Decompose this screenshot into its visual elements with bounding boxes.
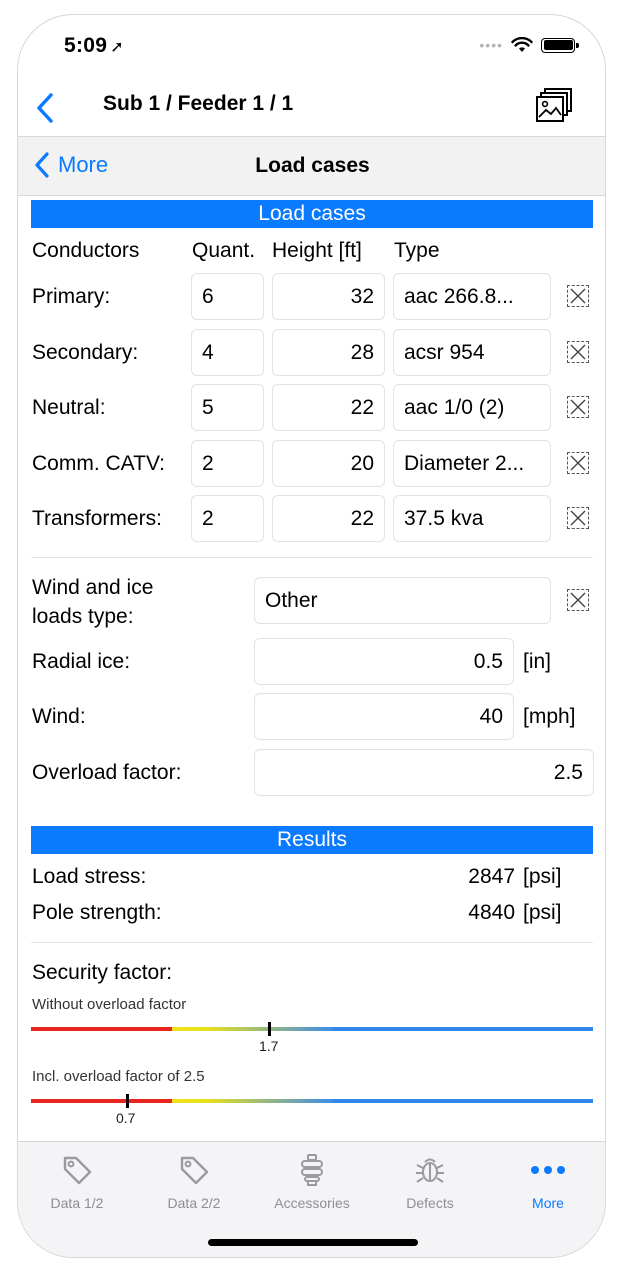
wind-ice-label-line1: Wind and ice (32, 576, 154, 599)
back-chevron-icon (35, 152, 49, 178)
comm-catv-type-field[interactable]: Diameter 2... (393, 440, 551, 487)
tag-icon (63, 1156, 92, 1185)
row-label-neutral: Neutral: (32, 396, 106, 419)
load-cases-header: Load cases (31, 200, 593, 228)
row-label-transformers: Transformers: (32, 507, 162, 530)
close-icon (570, 455, 586, 471)
radial-ice-unit: [in] (523, 650, 552, 673)
neutral-type-field[interactable]: aac 1/0 (2) (393, 384, 551, 431)
primary-quant-field[interactable]: 6 (191, 273, 264, 320)
nav-title: Sub 1 / Feeder 1 / 1 (103, 92, 294, 115)
primary-height-field[interactable]: 32 (272, 273, 385, 320)
divider (31, 942, 593, 943)
clear-primary-button[interactable] (567, 285, 589, 307)
device-frame: 5:09 ➚ •••• Sub 1 / Feeder 1 / 1 Load cas… (17, 14, 606, 1258)
security-value-incl: 0.7 (116, 1110, 136, 1126)
incl-overload-label: Incl. overload factor of 2.5 (32, 1068, 205, 1085)
security-marker-without (268, 1022, 271, 1036)
clear-neutral-button[interactable] (567, 396, 589, 418)
bug-icon (416, 1158, 444, 1183)
close-icon (570, 344, 586, 360)
more-back-label: More (58, 152, 109, 177)
comm-catv-quant-field[interactable]: 2 (191, 440, 264, 487)
secondary-quant-field[interactable]: 4 (191, 329, 264, 376)
ellipsis-icon (531, 1166, 565, 1174)
overload-factor-label: Overload factor: (32, 761, 182, 784)
wind-ice-label-line2: loads type: (32, 605, 134, 628)
load-stress-value: 2847 (468, 865, 515, 888)
neutral-quant-field[interactable]: 5 (191, 384, 264, 431)
security-factor-bar-without (31, 1027, 593, 1031)
clear-transformers-button[interactable] (567, 507, 589, 529)
secondary-height-field[interactable]: 28 (272, 329, 385, 376)
comm-catv-height-field[interactable]: 20 (272, 440, 385, 487)
row-label-comm-catv: Comm. CATV: (32, 452, 166, 475)
radial-ice-label: Radial ice: (32, 650, 131, 673)
transformers-height-field[interactable]: 22 (272, 495, 385, 542)
tab-label: Data 1/2 (50, 1195, 104, 1211)
neutral-height-field[interactable]: 22 (272, 384, 385, 431)
clear-secondary-button[interactable] (567, 341, 589, 363)
close-icon (570, 592, 586, 608)
wind-unit: [mph] (523, 705, 576, 728)
security-marker-incl (126, 1094, 129, 1108)
quant-header: Quant. (192, 239, 256, 262)
security-factor-bar-incl (31, 1099, 593, 1103)
transformers-quant-field[interactable]: 2 (191, 495, 264, 542)
wind-ice-type-select[interactable]: Other (254, 577, 551, 624)
wifi-icon (511, 37, 533, 52)
close-icon (570, 288, 586, 304)
tab-more[interactable]: More (489, 1150, 605, 1211)
tab-data-2-2[interactable]: Data 2/2 (135, 1150, 253, 1211)
wind-label: Wind: (32, 705, 86, 728)
tab-label: Accessories (274, 1195, 350, 1211)
tab-accessories[interactable]: Accessories (253, 1150, 371, 1211)
close-icon (570, 399, 586, 415)
load-stress-label: Load stress: (32, 865, 147, 888)
overload-factor-field[interactable]: 2.5 (254, 749, 594, 796)
row-label-primary: Primary: (32, 285, 111, 308)
insulator-icon (301, 1154, 323, 1186)
without-overload-label: Without overload factor (32, 996, 187, 1013)
tab-defects[interactable]: Defects (371, 1150, 489, 1211)
more-back-button[interactable]: More (34, 152, 108, 178)
load-stress-unit: [psi] (523, 865, 562, 888)
clear-wind-ice-button[interactable] (567, 589, 589, 611)
clear-comm-catv-button[interactable] (567, 452, 589, 474)
pole-strength-value: 4840 (468, 901, 515, 924)
conductors-header: Conductors (32, 239, 140, 262)
battery-icon (541, 37, 579, 53)
security-factor-label: Security factor: (32, 961, 173, 984)
status-indicators: •••• (479, 37, 579, 53)
secondary-type-field[interactable]: acsr 954 (393, 329, 551, 376)
close-icon (570, 510, 586, 526)
tab-data-1-2[interactable]: Data 1/2 (18, 1150, 136, 1211)
home-indicator[interactable] (208, 1239, 418, 1246)
back-chevron-icon[interactable] (32, 91, 60, 125)
height-header: Height [ft] (272, 239, 362, 262)
location-arrow-icon: ➚ (110, 39, 124, 56)
primary-type-field[interactable]: aac 266.8... (393, 273, 551, 320)
wind-field[interactable]: 40 (254, 693, 514, 740)
top-navigation: Sub 1 / Feeder 1 / 1 (18, 81, 605, 136)
photo-gallery-icon[interactable] (533, 85, 577, 129)
tab-label: Data 2/2 (167, 1195, 221, 1211)
row-label-secondary: Secondary: (32, 341, 139, 364)
status-time: 5:09 ➚ (64, 34, 124, 57)
divider (31, 557, 593, 558)
results-header: Results (31, 826, 593, 854)
pole-strength-unit: [psi] (523, 901, 562, 924)
tab-label: More (532, 1195, 564, 1211)
tag-icon (180, 1156, 209, 1185)
sub-header: Load cases More (18, 136, 605, 196)
type-header: Type (394, 239, 440, 262)
security-value-without: 1.7 (259, 1038, 279, 1054)
pole-strength-label: Pole strength: (32, 901, 162, 924)
radial-ice-field[interactable]: 0.5 (254, 638, 514, 685)
tab-label: Defects (406, 1195, 454, 1211)
transformers-type-field[interactable]: 37.5 kva (393, 495, 551, 542)
signal-dots-icon: •••• (479, 37, 503, 53)
